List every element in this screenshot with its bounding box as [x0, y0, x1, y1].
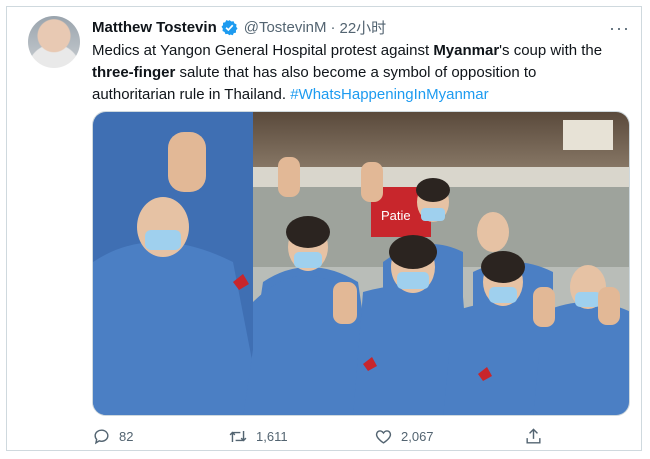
verified-icon [221, 19, 238, 36]
tweet-text: Medics at Yangon General Hospital protes… [92, 40, 622, 106]
tweet-text-part: Medics at Yangon General Hospital protes… [92, 42, 434, 59]
share-button[interactable] [524, 427, 551, 446]
reply-button[interactable]: 82 [92, 427, 133, 446]
more-icon[interactable]: ··· [609, 18, 630, 39]
tweet-photo[interactable]: Patie [92, 111, 630, 416]
author-handle[interactable]: @TostevinM [244, 19, 327, 36]
tweet-text-bold: Myanmar [433, 42, 500, 59]
author-name[interactable]: Matthew Tostevin [92, 19, 217, 36]
separator-dot: · [330, 18, 336, 36]
retweet-icon [229, 430, 247, 443]
like-button[interactable]: 2,067 [374, 427, 434, 446]
tweet-text-bold: three-finger [92, 64, 176, 81]
tweet-text-part: 's coup with the [499, 42, 603, 59]
like-count: 2,067 [401, 429, 434, 444]
share-icon [526, 428, 541, 444]
author-avatar[interactable] [28, 16, 80, 68]
reply-icon [94, 429, 109, 445]
retweet-button[interactable]: 1,611 [228, 427, 288, 446]
tweet-actions: 82 1,611 2,067 [92, 427, 552, 449]
reply-count: 82 [119, 429, 134, 444]
tweet-header: Matthew Tostevin @TostevinM · 22小时 [92, 16, 386, 38]
hashtag-link[interactable]: #WhatsHappeningInMyanmar [290, 86, 488, 103]
banner-text: Patie [381, 208, 411, 223]
tweet-timestamp[interactable]: 22小时 [339, 17, 386, 38]
retweet-count: 1,611 [256, 429, 288, 444]
like-icon [375, 430, 392, 444]
